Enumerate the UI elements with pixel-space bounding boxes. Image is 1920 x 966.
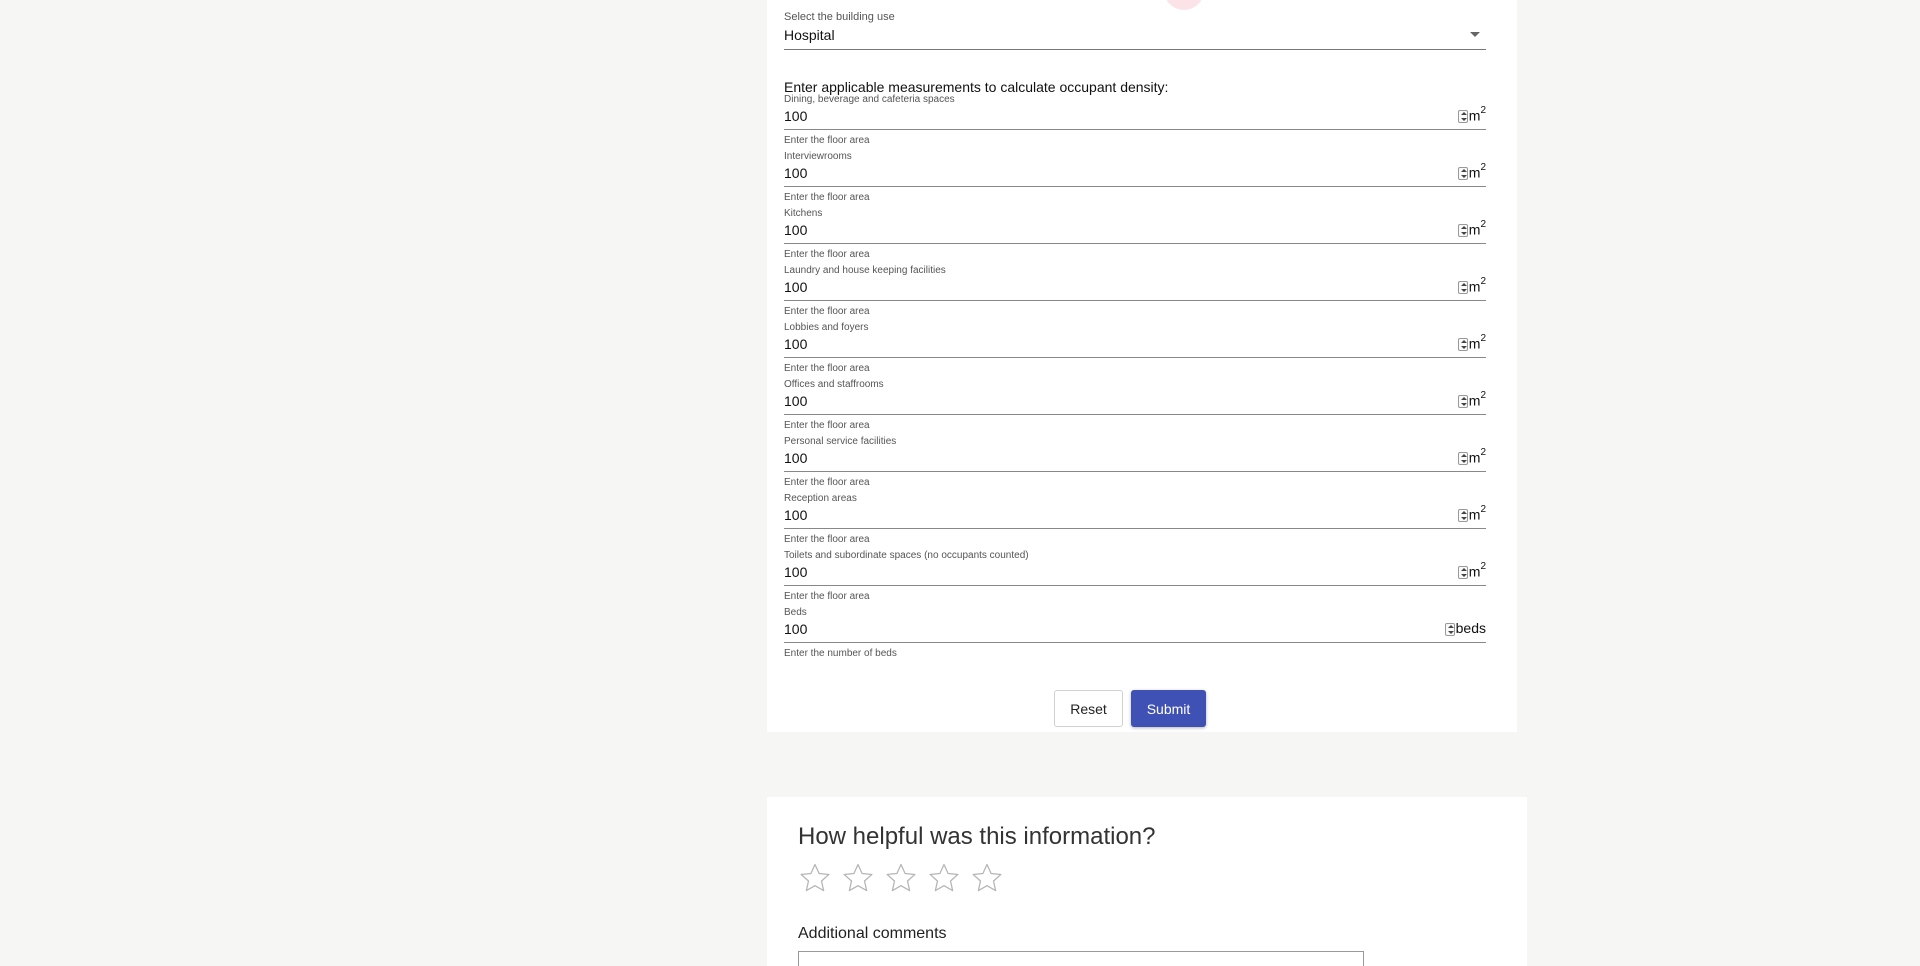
field-helper-text: Enter the floor area <box>784 135 870 146</box>
star-icon[interactable] <box>927 861 961 895</box>
calculator-panel: Select the building use Hospital Enter a… <box>767 0 1517 732</box>
unit-label: m2 <box>1468 504 1486 523</box>
area-input[interactable]: 100 m2 <box>784 104 1486 130</box>
field-helper-text: Enter the floor area <box>784 306 870 317</box>
unit-label: m2 <box>1468 276 1486 295</box>
measurement-row: Reception areas 100 m2 Enter the floor area <box>784 493 1486 550</box>
unit-label: m2 <box>1468 447 1486 466</box>
area-input[interactable]: 100 m2 <box>784 503 1486 529</box>
unit-label: beds <box>1455 620 1486 636</box>
field-helper-text: Enter the floor area <box>784 363 870 374</box>
area-input[interactable]: 100 beds <box>784 617 1486 643</box>
unit-label: m2 <box>1468 561 1486 580</box>
field-value[interactable]: 100 <box>784 450 807 466</box>
comments-textarea[interactable] <box>798 951 1364 966</box>
building-use-label: Select the building use <box>784 11 895 23</box>
number-stepper-icon[interactable] <box>1458 167 1468 180</box>
field-value[interactable]: 100 <box>784 222 807 238</box>
field-helper-text: Enter the floor area <box>784 192 870 203</box>
number-stepper-icon[interactable] <box>1458 395 1468 408</box>
number-stepper-icon[interactable] <box>1458 509 1468 522</box>
submit-button[interactable]: Submit <box>1131 690 1206 727</box>
field-helper-text: Enter the floor area <box>784 249 870 260</box>
area-input[interactable]: 100 m2 <box>784 389 1486 415</box>
number-stepper-icon[interactable] <box>1458 566 1468 579</box>
field-value[interactable]: 100 <box>784 393 807 409</box>
field-helper-text: Enter the floor area <box>784 534 870 545</box>
feedback-panel: How helpful was this information? Additi… <box>767 797 1527 966</box>
star-icon[interactable] <box>798 861 832 895</box>
number-stepper-icon[interactable] <box>1445 623 1455 636</box>
measurement-row: Personal service facilities 100 m2 Enter th… <box>784 436 1486 493</box>
measurement-row: Laundry and house keeping facilities 100 m… <box>784 265 1486 322</box>
area-input[interactable]: 100 m2 <box>784 332 1486 358</box>
field-helper-text: Enter the number of beds <box>784 648 897 659</box>
star-icon[interactable] <box>884 861 918 895</box>
feedback-title: How helpful was this information? <box>798 823 1156 850</box>
measurement-row: Beds 100 beds Enter the number of beds <box>784 607 1486 664</box>
star-icon[interactable] <box>970 861 1004 895</box>
measurement-row: Lobbies and foyers 100 m2 Enter the floor a… <box>784 322 1486 379</box>
area-input[interactable]: 100 m2 <box>784 446 1486 472</box>
field-value[interactable]: 100 <box>784 564 807 580</box>
field-value[interactable]: 100 <box>784 108 807 124</box>
area-input[interactable]: 100 m2 <box>784 218 1486 244</box>
field-value[interactable]: 100 <box>784 165 807 181</box>
building-use-value: Hospital <box>784 27 835 43</box>
measurement-row: Interviewrooms 100 m2 Enter the floor area <box>784 151 1486 208</box>
field-value[interactable]: 100 <box>784 336 807 352</box>
decorative-circle <box>1164 0 1204 10</box>
area-input[interactable]: 100 m2 <box>784 275 1486 301</box>
measurement-row: Dining, beverage and cafeteria spaces 100… <box>784 94 1486 151</box>
comments-label: Additional comments <box>798 925 947 942</box>
unit-label: m2 <box>1468 390 1486 409</box>
measurement-row: Offices and staffrooms 100 m2 Enter the flo… <box>784 379 1486 436</box>
number-stepper-icon[interactable] <box>1458 224 1468 237</box>
number-stepper-icon[interactable] <box>1458 281 1468 294</box>
area-input[interactable]: 100 m2 <box>784 161 1486 187</box>
building-use-select[interactable]: Hospital <box>784 26 1486 50</box>
number-stepper-icon[interactable] <box>1458 452 1468 465</box>
intro-text: Enter applicable measurements to calcula… <box>784 79 1169 95</box>
area-input[interactable]: 100 m2 <box>784 560 1486 586</box>
unit-label: m2 <box>1468 105 1486 124</box>
number-stepper-icon[interactable] <box>1458 338 1468 351</box>
unit-label: m2 <box>1468 333 1486 352</box>
star-icon[interactable] <box>841 861 875 895</box>
field-helper-text: Enter the floor area <box>784 477 870 488</box>
field-helper-text: Enter the floor area <box>784 420 870 431</box>
field-value[interactable]: 100 <box>784 279 807 295</box>
field-value[interactable]: 100 <box>784 621 807 637</box>
field-value[interactable]: 100 <box>784 507 807 523</box>
unit-label: m2 <box>1468 162 1486 181</box>
measurement-row: Kitchens 100 m2 Enter the floor area <box>784 208 1486 265</box>
number-stepper-icon[interactable] <box>1458 110 1468 123</box>
dropdown-arrow-icon <box>1470 32 1480 37</box>
unit-label: m2 <box>1468 219 1486 238</box>
reset-button[interactable]: Reset <box>1054 690 1123 727</box>
field-helper-text: Enter the floor area <box>784 591 870 602</box>
measurement-row: Toilets and subordinate spaces (no occup… <box>784 550 1486 607</box>
